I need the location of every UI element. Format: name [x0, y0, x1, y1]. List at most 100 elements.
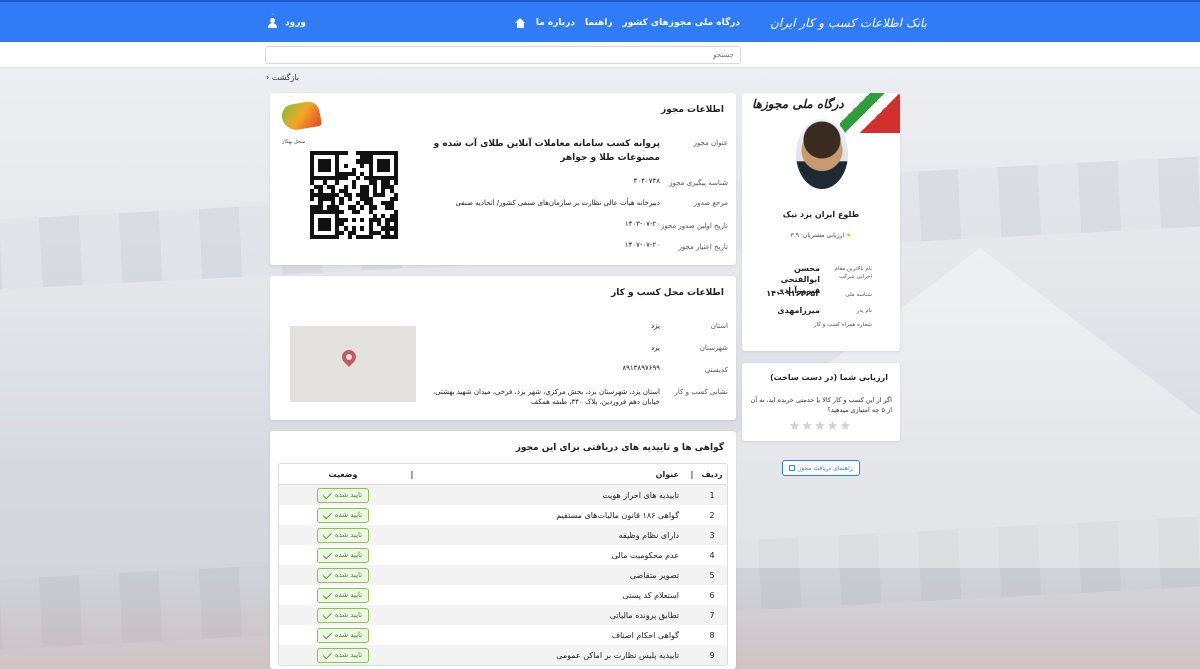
- permit-guide-button[interactable]: راهنمای دریافت مجوز: [782, 460, 860, 476]
- row-index: 4: [709, 550, 715, 560]
- nav-national-portal[interactable]: درگاه ملی مجوزهای کشور: [623, 18, 740, 28]
- permit-info-card: اطلاعات مجوز عنوان مجوز پروانه کسب سامان…: [270, 93, 736, 265]
- col-status-header: وضعیت: [328, 469, 358, 479]
- col-index-header: ردیف: [701, 469, 723, 479]
- national-id-value: ۱۴۰۰۹۱۶۲۶۵۴: [766, 289, 820, 298]
- business-name: طلوع ایران یزد نیک: [782, 210, 860, 219]
- table-row: 1 تاییدیه های احراز هویت تایید شده: [279, 485, 727, 505]
- certificates-card: گواهی ها و تاییدیه های دریافتی برای این …: [270, 431, 736, 669]
- row-title: گواهی ۱۸۶ قانون مالیات‌های مستقیم: [556, 510, 679, 520]
- table-row: 7 تطابق پرونده مالیاتی تایید شده: [279, 605, 727, 625]
- verified-badge: تایید شده: [316, 607, 370, 623]
- province-value: یزد: [651, 322, 660, 330]
- check-icon: [322, 489, 332, 499]
- nav-help[interactable]: راهنما: [585, 18, 613, 28]
- row-status: تایید شده: [279, 507, 407, 523]
- row-index: 9: [709, 650, 715, 660]
- badge-label: تایید شده: [334, 631, 363, 639]
- row-title: تاییدیه های احراز هویت: [602, 490, 679, 500]
- badge-label: تایید شده: [334, 571, 363, 579]
- postal-code-value: ۸۹۱۳۸۹۷۶۹۹: [622, 364, 660, 372]
- row-index: 8: [709, 630, 715, 640]
- brand-logo[interactable]: بانک اطلاعات کسب و کار ایران: [770, 10, 927, 36]
- county-value: یزد: [651, 344, 660, 352]
- row-status: تایید شده: [279, 547, 407, 563]
- login-label: ورود: [285, 18, 306, 28]
- verified-badge: تایید شده: [316, 627, 370, 643]
- nav-about[interactable]: درباره ما: [536, 18, 575, 28]
- table-body: 1 تاییدیه های احراز هویت تایید شده 2 گواهی ۱…: [279, 485, 727, 665]
- certificates-table: ردیف | عنوان | وضعیت 1 تاییدیه های احراز …: [278, 463, 728, 666]
- national-id-label: شناسه ملی: [845, 292, 872, 298]
- expiry-date-label: تاریخ اعتبار مجوز: [678, 243, 728, 251]
- top-navbar: بانک اطلاعات کسب و کار ایران درباره ما ر…: [0, 0, 1200, 42]
- qr-module: [393, 234, 398, 239]
- search-input[interactable]: [265, 46, 741, 64]
- verified-badge: تایید شده: [316, 567, 370, 583]
- expiry-date-value: ۱۴۰۷-۰۷-۲۰: [624, 241, 660, 249]
- logo-mark: [280, 99, 322, 133]
- row-title: تطابق پرونده مالیاتی: [609, 610, 679, 620]
- verified-badge: تایید شده: [316, 547, 370, 563]
- table-header: ردیف | عنوان | وضعیت: [279, 464, 727, 485]
- postal-code-label: کدپستی: [704, 366, 728, 374]
- row-status: تایید شده: [279, 607, 407, 623]
- chevron-left-icon: ‹: [266, 73, 270, 82]
- back-link[interactable]: بازگشت ‹: [266, 73, 299, 82]
- row-title: تصویر متقاضی: [629, 570, 679, 580]
- permit-title-value: پروانه کسب سامانه معاملات آنلاین طلای آب…: [433, 139, 660, 163]
- user-icon: [268, 18, 277, 28]
- star-icon: ★: [845, 232, 852, 239]
- row-index: 7: [709, 610, 715, 620]
- tracking-id-value: ۳۰۴۰۷۴۸: [633, 177, 660, 185]
- table-row: 4 عدم محکومیت مالی تایید شده: [279, 545, 727, 565]
- verified-badge: تایید شده: [316, 587, 370, 603]
- badge-label: تایید شده: [334, 611, 363, 619]
- certificates-section-title: گواهی ها و تاییدیه های دریافتی برای این …: [515, 443, 724, 453]
- row-index: 3: [709, 530, 715, 540]
- chevron-down-icon[interactable]: ⌄: [270, 9, 276, 17]
- main-nav: درباره ما راهنما درگاه ملی مجوزهای کشور: [514, 2, 740, 44]
- father-name-value: میرزامهدی: [777, 306, 820, 315]
- row-status: تایید شده: [279, 567, 407, 583]
- map-pin-icon: [341, 350, 357, 372]
- qr-code: [310, 151, 398, 239]
- row-status: تایید شده: [279, 647, 407, 663]
- logo-text: سجل بهکار: [282, 139, 306, 145]
- permit-guide-label: راهنمای دریافت مجوز: [798, 464, 853, 472]
- tracking-id-label: شناسه پیگیری مجوز: [669, 179, 728, 187]
- row-title: تاییدیه پلیس نظارت بر اماکن عمومی: [556, 650, 679, 660]
- check-icon: [322, 569, 332, 579]
- badge-label: تایید شده: [334, 591, 363, 599]
- issuer-label: مرجع صدور: [693, 199, 728, 207]
- table-row: 8 گواهی احکام اصناف تایید شده: [279, 625, 727, 645]
- rating-section-title: ارزیابی شما (در دست ساخت): [769, 373, 888, 382]
- first-issue-date-value: ۱۴۰۳-۰۷-۲۰: [624, 220, 660, 228]
- search-bar: [0, 42, 1200, 68]
- col-title-header: عنوان: [655, 469, 679, 479]
- rating-question: اگر از این کسب و کار کالا یا خدمتی خریده…: [750, 396, 892, 414]
- table-row: 3 دارای نظام وظیفه تایید شده: [279, 525, 727, 545]
- location-section-title: اطلاعات محل کسب و کار: [611, 288, 724, 298]
- row-index: 5: [709, 570, 715, 580]
- iran-flag-icon: [840, 93, 900, 133]
- check-icon: [322, 529, 332, 539]
- check-icon: [322, 609, 332, 619]
- location-map[interactable]: [290, 326, 416, 402]
- row-status: تایید شده: [279, 487, 407, 503]
- table-row: 6 استعلام کد پستی تایید شده: [279, 585, 727, 605]
- rating-stars[interactable]: ★★★★★: [789, 419, 852, 434]
- col-separator: |: [690, 469, 694, 479]
- verified-badge: تایید شده: [316, 487, 370, 503]
- permit-section-title: اطلاعات مجوز: [661, 105, 724, 115]
- county-label: شهرستان: [699, 344, 728, 352]
- external-link-icon: [789, 465, 796, 471]
- business-profile-card: درگاه ملی مجوزها طلوع ایران یزد نیک ★ ار…: [742, 93, 900, 351]
- row-title: عدم محکومیت مالی: [611, 550, 679, 560]
- behkar-logo: سجل بهکار: [278, 99, 324, 147]
- avatar: [794, 117, 850, 191]
- verified-badge: تایید شده: [316, 507, 370, 523]
- check-icon: [322, 509, 332, 519]
- home-icon[interactable]: [514, 17, 526, 29]
- table-row: 2 گواهی ۱۸۶ قانون مالیات‌های مستقیم تایید …: [279, 505, 727, 525]
